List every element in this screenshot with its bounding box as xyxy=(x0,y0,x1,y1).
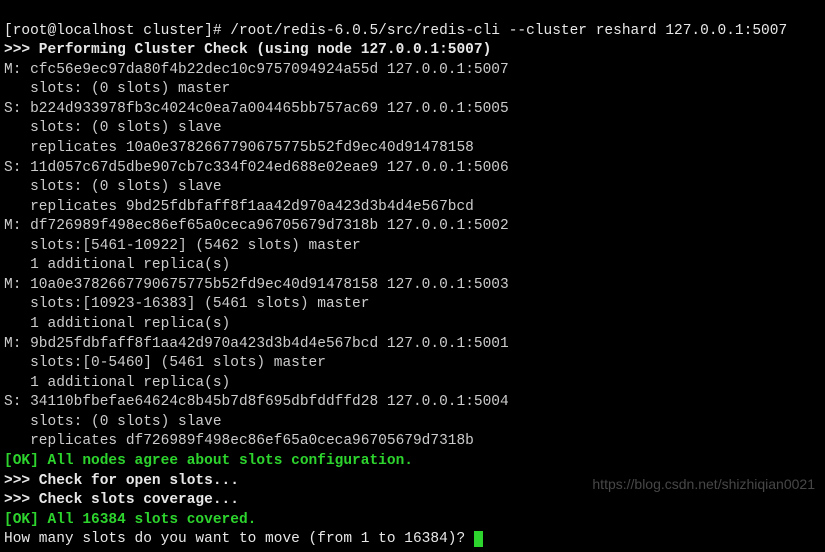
shell-prompt: [root@localhost cluster]# xyxy=(4,23,230,39)
node-detail: slots: (0 slots) slave xyxy=(4,179,222,195)
node-line: M: 10a0e3782667790675775b52fd9ec40d91478… xyxy=(4,277,509,293)
terminal-output[interactable]: [root@localhost cluster]# /root/redis-6.… xyxy=(0,0,825,552)
node-detail: replicates 9bd25fdbfaff8f1aa42d970a423d3… xyxy=(4,199,474,215)
node-detail: 1 additional replica(s) xyxy=(4,257,230,273)
node-detail: replicates 10a0e3782667790675775b52fd9ec… xyxy=(4,140,474,156)
slots-move-prompt[interactable]: How many slots do you want to move (from… xyxy=(4,531,474,547)
node-detail: slots:[0-5460] (5461 slots) master xyxy=(4,355,326,371)
node-line: S: 34110bfbefae64624c8b45b7d8f695dbfddff… xyxy=(4,394,509,410)
shell-command: /root/redis-6.0.5/src/redis-cli --cluste… xyxy=(230,23,787,39)
watermark: https://blog.csdn.net/shizhiqian0021 xyxy=(592,475,815,494)
check-slots-coverage: >>> Check slots coverage... xyxy=(4,492,239,508)
node-detail: slots:[5461-10922] (5462 slots) master xyxy=(4,238,361,254)
node-line: S: 11d057c67d5dbe907cb7c334f024ed688e02e… xyxy=(4,160,509,176)
node-detail: slots: (0 slots) master xyxy=(4,81,230,97)
node-detail: replicates df726989f498ec86ef65a0ceca967… xyxy=(4,433,474,449)
node-line: M: 9bd25fdbfaff8f1aa42d970a423d3b4d4e567… xyxy=(4,336,509,352)
node-detail: slots:[10923-16383] (5461 slots) master xyxy=(4,296,369,312)
node-detail: slots: (0 slots) slave xyxy=(4,414,222,430)
ok-slots-config: [OK] All nodes agree about slots configu… xyxy=(4,453,413,469)
check-open-slots: >>> Check for open slots... xyxy=(4,473,239,489)
node-line: S: b224d933978fb3c4024c0ea7a004465bb757a… xyxy=(4,101,509,117)
cluster-check-header: >>> Performing Cluster Check (using node… xyxy=(4,42,491,58)
node-line: M: df726989f498ec86ef65a0ceca96705679d73… xyxy=(4,218,509,234)
node-detail: slots: (0 slots) slave xyxy=(4,120,222,136)
node-detail: 1 additional replica(s) xyxy=(4,316,230,332)
node-detail: 1 additional replica(s) xyxy=(4,375,230,391)
node-line: M: cfc56e9ec97da80f4b22dec10c9757094924a… xyxy=(4,62,509,78)
cursor xyxy=(474,531,483,547)
